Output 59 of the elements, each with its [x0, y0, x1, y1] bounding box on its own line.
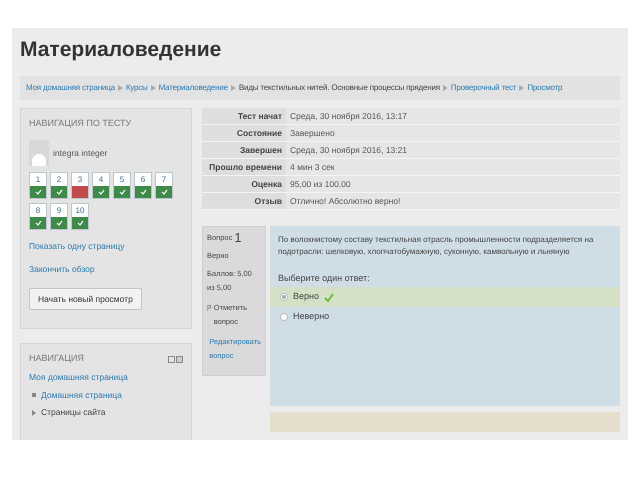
bullet-icon [32, 392, 36, 397]
panel-title: НАВИГАЦИЯ [29, 352, 84, 366]
summary-label: Прошло времени [202, 158, 286, 174]
summary-label: Отзыв [202, 192, 286, 208]
collapse-icon[interactable] [168, 356, 175, 362]
start-new-review-button[interactable]: Начать новый просмотр [29, 288, 142, 310]
flag-icon [207, 304, 212, 312]
summary-value: 4 мин 3 сек [286, 158, 620, 174]
summary-label: Состояние [202, 124, 286, 140]
question-text: По волокнистому составу текстильная отрасль промышленности подразделяется на подотрасли: шелковую, хлопчатобумажную, суконную, камвольную и льняную [278, 234, 594, 258]
breadcrumb-separator-icon [519, 84, 524, 90]
question-nav-button[interactable]: 7 [155, 172, 173, 199]
avatar-icon [29, 140, 49, 166]
answer-label: Неверно [293, 310, 330, 324]
correct-check-icon [324, 292, 334, 302]
radio-button[interactable] [280, 313, 288, 321]
question-nav-button[interactable]: 10 [71, 203, 89, 230]
question-nav-button[interactable]: 9 [50, 203, 68, 230]
summary-label: Оценка [202, 176, 286, 192]
breadcrumb-link[interactable]: Моя домашняя страница [26, 82, 115, 94]
question-nav-button[interactable]: 4 [92, 172, 110, 199]
summary-label: Завершен [202, 142, 286, 158]
answer-prompt: Выберите один ответ: [278, 272, 371, 285]
page-title: Материаловедение [19, 37, 222, 63]
breadcrumb-link[interactable]: Проверочный тест [450, 82, 516, 94]
radio-button[interactable] [280, 293, 288, 301]
summary-value: Отлично! Абсолютно верно! [286, 192, 620, 208]
question-nav-button[interactable]: 6 [134, 172, 152, 199]
question-nav-button[interactable]: 2 [50, 172, 68, 199]
nav-item[interactable]: Страницы сайта [41, 406, 106, 419]
user-name: integra integer [53, 147, 108, 160]
breadcrumb-link[interactable]: Материаловедение [158, 82, 228, 94]
nav-link[interactable]: Моя домашняя страница [29, 370, 183, 384]
expand-arrow-icon[interactable] [32, 410, 36, 416]
nav-link[interactable]: Закончить обзор [29, 262, 183, 276]
breadcrumb-separator-icon [442, 84, 448, 90]
panel-title: НАВИГАЦИЯ ПО ТЕСТУ [29, 116, 132, 130]
breadcrumb-link[interactable]: Курсы [126, 82, 148, 94]
summary-value: 95,00 из 100,00 [286, 176, 620, 192]
breadcrumb-link[interactable]: Просмотр [527, 82, 562, 94]
breadcrumb-separator-icon [150, 84, 156, 90]
question-number: 1 [234, 230, 242, 244]
question-nav-button[interactable]: 8 [29, 203, 47, 230]
answer-label: Верно [293, 290, 319, 304]
summary-label: Тест начат [202, 108, 286, 124]
answer-option[interactable]: Неверно [270, 307, 620, 327]
answer-option[interactable]: Верно [270, 287, 620, 307]
summary-value: Среда, 30 ноября 2016, 13:17 [286, 108, 620, 124]
breadcrumb-separator-icon [230, 84, 236, 90]
nav-link[interactable]: Показать одну страницу [29, 240, 183, 253]
question-nav-button[interactable]: 3 [71, 172, 89, 199]
breadcrumb-text: Виды текстильных нитей. Основные процессы прядения [238, 82, 440, 94]
dock-icon[interactable] [176, 356, 183, 362]
nav-link[interactable]: Домашняя страница [41, 388, 122, 402]
question-nav-button[interactable]: 1 [29, 172, 47, 199]
question-nav-button[interactable]: 5 [113, 172, 131, 199]
summary-value: Завершено [286, 124, 620, 140]
breadcrumb-separator-icon [118, 84, 123, 90]
summary-value: Среда, 30 ноября 2016, 13:21 [286, 142, 620, 158]
